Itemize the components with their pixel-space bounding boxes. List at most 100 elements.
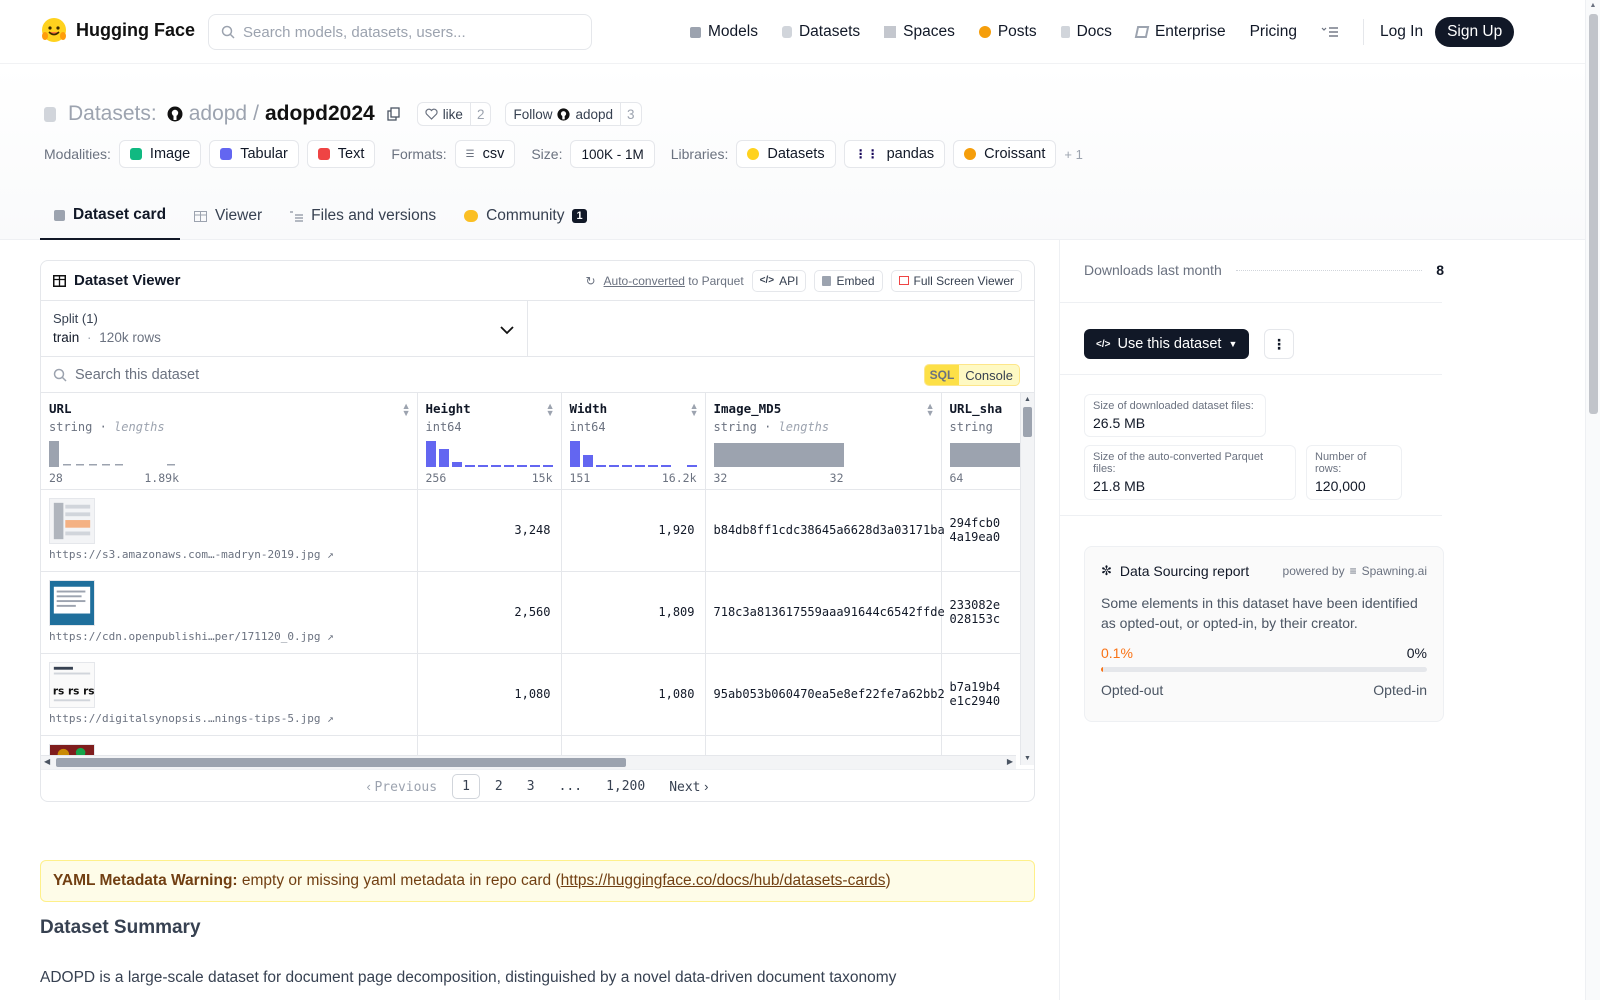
previous-page-button[interactable]: ‹ Previous <box>358 775 447 799</box>
top-navbar: Hugging Face Search models, datasets, us… <box>0 0 1585 64</box>
scroll-left-arrow[interactable]: ◀ <box>44 757 50 766</box>
scroll-down-arrow[interactable]: ▼ <box>1024 755 1031 762</box>
sort-icon[interactable]: ▲ ▼ <box>690 402 699 418</box>
scroll-up-arrow[interactable]: ▲ <box>1586 2 1600 9</box>
login-link[interactable]: Log In <box>1380 23 1423 41</box>
signup-button[interactable]: Sign Up <box>1435 17 1515 47</box>
modality-tabular-tag[interactable]: Tabular <box>209 140 299 168</box>
url-link[interactable]: https://digitalsynopsis.…nings-tips-5.jp… <box>49 712 321 725</box>
last-page-button[interactable]: 1,200 <box>597 775 654 798</box>
horizontal-scrollbar[interactable]: ◀ ▶ <box>41 755 1016 769</box>
size-tag[interactable]: 100K - 1M <box>570 140 655 168</box>
github-icon <box>557 107 571 121</box>
column-header-height[interactable]: Height int64 ▲ ▼ 256 15k <box>417 393 562 490</box>
column-header-image-md5[interactable]: Image_MD5 string · lengths ▲ ▼ 32 32 <box>705 393 942 490</box>
sort-icon[interactable]: ▲ ▼ <box>926 402 935 418</box>
page-2-button[interactable]: 2 <box>486 775 512 798</box>
scrollbar-thumb[interactable] <box>1589 14 1598 414</box>
url-link[interactable]: https://s3.amazonaws.com…-madryn-2019.jp… <box>49 548 321 561</box>
tab-community[interactable]: Community 1 <box>450 192 601 240</box>
width-cell: 1,920 <box>561 489 706 572</box>
library-datasets-tag[interactable]: Datasets <box>736 140 836 168</box>
image-thumbnail[interactable] <box>49 497 95 544</box>
modality-text-tag[interactable]: Text <box>306 140 376 168</box>
page-3-button[interactable]: 3 <box>518 775 544 798</box>
api-button[interactable]: </> API <box>751 269 807 292</box>
refresh-icon: ↻ <box>585 273 596 288</box>
spiral-icon: ✼ <box>1101 563 1112 578</box>
next-page-button[interactable]: Next › <box>660 775 717 799</box>
community-icon <box>464 210 479 222</box>
url-sha-length-histogram <box>949 443 1030 467</box>
nav-docs[interactable]: Docs <box>1060 23 1112 41</box>
nav-enterprise[interactable]: Enterprise <box>1134 23 1226 41</box>
library-croissant-tag[interactable]: Croissant <box>953 140 1057 168</box>
auto-converted-link[interactable]: Auto-converted to Parquet <box>604 274 744 288</box>
full-screen-viewer-button[interactable]: Full Screen Viewer <box>890 269 1022 292</box>
repo-name[interactable]: adopd2024 <box>265 102 375 126</box>
image-thumbnail[interactable] <box>49 579 95 626</box>
nav-posts[interactable]: Posts <box>978 23 1037 41</box>
repo-type-label[interactable]: Datasets: <box>68 102 157 126</box>
tab-files-and-versions[interactable]: Files and versions <box>276 192 450 240</box>
search-placeholder: Search models, datasets, users... <box>243 23 466 41</box>
nav-spaces[interactable]: Spaces <box>884 23 955 41</box>
url-link[interactable]: https://cdn.openpublishi…per/171120_0.jp… <box>49 630 321 643</box>
embed-button[interactable]: Embed <box>814 269 883 292</box>
external-link-icon: ↗ <box>327 711 334 725</box>
heart-icon <box>425 108 438 120</box>
data-table: URL string · lengths ▲ ▼ 28 1.89k Height i… <box>41 393 1034 765</box>
tab-dataset-card[interactable]: Dataset card <box>40 192 181 240</box>
follow-button[interactable]: Follow adopd 3 <box>505 102 642 126</box>
more-libraries[interactable]: + 1 <box>1064 147 1082 162</box>
page-1-button[interactable]: 1 <box>452 774 480 799</box>
split-selector[interactable]: Split (1) train · 120k rows <box>41 301 528 356</box>
brand-logo[interactable]: Hugging Face <box>40 16 195 44</box>
chevron-down-icon <box>500 326 514 335</box>
table-row[interactable]: https://s3.amazonaws.com…-madryn-2019.jp… <box>41 489 1034 572</box>
width-cell: 1,809 <box>561 571 706 654</box>
image-thumbnail[interactable]: rs rs rs <box>49 661 95 708</box>
more-menu-button[interactable] <box>1321 26 1339 38</box>
like-button[interactable]: like 2 <box>416 102 492 126</box>
datasets-icon <box>781 26 792 38</box>
page-scrollbar[interactable]: ▲ <box>1585 0 1600 1000</box>
global-search-input[interactable]: Search models, datasets, users... <box>208 14 592 50</box>
dataset-icon <box>44 106 56 122</box>
table-row[interactable]: https://cdn.openpublishi…per/171120_0.jp… <box>41 571 1034 654</box>
column-header-url[interactable]: URL string · lengths ▲ ▼ 28 1.89k <box>41 393 418 490</box>
library-pandas-tag[interactable]: ⋮⋮ pandas <box>843 140 946 168</box>
viewer-search-input[interactable]: Search this dataset SQL Console <box>41 357 1034 393</box>
scrollbar-thumb[interactable] <box>56 758 626 767</box>
dataset-cards-docs-link[interactable]: https://huggingface.co/docs/hub/datasets… <box>561 872 886 890</box>
nav-models[interactable]: Models <box>690 23 758 41</box>
nav-datasets[interactable]: Datasets <box>781 23 860 41</box>
table-row[interactable]: rs rs rs https://digitalsynopsis.…nings-… <box>41 653 1034 736</box>
scroll-up-arrow[interactable]: ▲ <box>1021 396 1034 403</box>
tab-viewer[interactable]: Viewer <box>180 192 276 240</box>
sort-icon[interactable]: ▲ ▼ <box>402 402 411 418</box>
files-icon <box>290 210 304 222</box>
format-csv-tag[interactable]: ☰ csv <box>454 140 516 168</box>
column-header-width[interactable]: Width int64 ▲ ▼ 151 16.2k <box>561 393 706 490</box>
svg-text:rs rs rs: rs rs rs <box>53 685 95 697</box>
more-options-button[interactable]: ⋮ <box>1264 329 1294 359</box>
repo-owner[interactable]: adopd <box>189 102 247 126</box>
repo-tabs: Dataset card Viewer Files and versions C… <box>40 192 601 240</box>
dataset-metadata: Modalities: Image Tabular Text Formats: … <box>44 140 1083 168</box>
nav-pricing[interactable]: Pricing <box>1250 23 1297 41</box>
scrollbar-thumb[interactable] <box>1023 407 1032 437</box>
copy-icon[interactable] <box>387 107 401 121</box>
sort-icon[interactable]: ▲ ▼ <box>546 402 555 418</box>
enterprise-icon <box>1134 26 1150 38</box>
spawning-link[interactable]: Spawning.ai <box>1362 564 1427 578</box>
modality-image-tag[interactable]: Image <box>118 140 202 168</box>
scroll-right-arrow[interactable]: ▶ <box>1007 757 1013 766</box>
dataset-viewer: Dataset Viewer ↻ Auto-converted to Parqu… <box>40 260 1035 802</box>
vertical-scrollbar[interactable]: ▲ ▼ <box>1020 393 1034 765</box>
spaces-icon <box>884 26 897 38</box>
sql-console-button[interactable]: SQL Console <box>923 364 1020 386</box>
cube-icon <box>54 209 65 221</box>
md5-cell: b84db8ff1cdc38645a6628d3a03171ba <box>705 489 945 572</box>
use-this-dataset-button[interactable]: </> Use this dataset ▼ <box>1084 329 1250 359</box>
